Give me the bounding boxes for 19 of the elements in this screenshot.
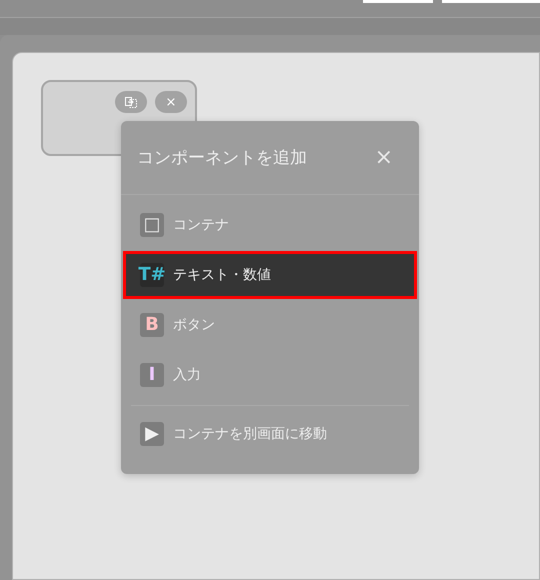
- menu-item[interactable]: I 入力: [123, 351, 417, 399]
- menu-item[interactable]: T# テキスト・数値: [123, 251, 417, 299]
- move-button[interactable]: [115, 91, 147, 113]
- item-label: コンテナを別画面に移動: [173, 425, 327, 443]
- item-label: コンテナ: [173, 216, 229, 234]
- component-icon: B: [145, 316, 159, 334]
- component-icon: □: [143, 216, 160, 234]
- item-label: テキスト・数値: [173, 266, 271, 284]
- component-icon: T#: [138, 266, 166, 284]
- menu-item[interactable]: ▶ コンテナを別画面に移動: [123, 410, 417, 458]
- component-icon: I: [148, 366, 156, 384]
- close-button[interactable]: ×: [155, 91, 187, 113]
- item-label: ボタン: [173, 316, 215, 334]
- item-label: 入力: [173, 366, 201, 384]
- move-icon: [125, 96, 137, 108]
- close-button[interactable]: ×: [374, 145, 393, 170]
- menu-item[interactable]: B ボタン: [123, 301, 417, 349]
- menu-item[interactable]: □ コンテナ: [123, 201, 417, 249]
- play-icon: ▶: [145, 425, 159, 443]
